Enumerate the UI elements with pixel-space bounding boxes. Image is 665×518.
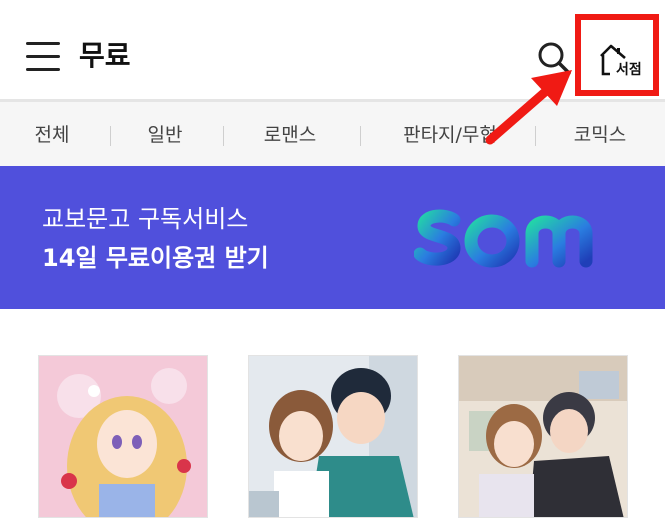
app-header: 무료 서점 (0, 0, 665, 100)
tab-fantasy-martial[interactable]: 판타지/무협 (385, 102, 515, 168)
search-icon[interactable] (536, 40, 572, 76)
office-romance-cover (459, 356, 627, 517)
banner-subtitle: 교보문고 구독서비스 (42, 205, 249, 233)
comic-cover-1[interactable] (38, 355, 208, 518)
banner-title: 14일 무료이용권 받기 (42, 244, 269, 272)
sam-logo (414, 209, 593, 268)
fantasy-princess-cover (39, 356, 207, 517)
tab-all[interactable]: 전체 (22, 102, 82, 168)
comic-cover-3[interactable] (458, 355, 628, 518)
medical-romance-cover (249, 356, 417, 517)
tab-separator (110, 126, 111, 146)
tab-comics[interactable]: 코믹스 (560, 102, 640, 168)
tab-separator (223, 126, 224, 146)
category-tabs: 전체 일반 로맨스 판타지/무협 코믹스 (0, 102, 665, 168)
tab-romance[interactable]: 로맨스 (250, 102, 330, 168)
tab-general[interactable]: 일반 (135, 102, 195, 168)
bookstore-button[interactable]: 서점 (575, 14, 659, 96)
comic-cover-2[interactable] (248, 355, 418, 518)
page-title: 무료 (79, 39, 131, 72)
bookstore-label: 서점 (616, 62, 642, 78)
tab-separator (535, 126, 536, 146)
tab-separator (360, 126, 361, 146)
subscription-banner[interactable]: 교보문고 구독서비스 14일 무료이용권 받기 (0, 166, 665, 309)
hamburger-menu-icon[interactable] (26, 42, 60, 72)
